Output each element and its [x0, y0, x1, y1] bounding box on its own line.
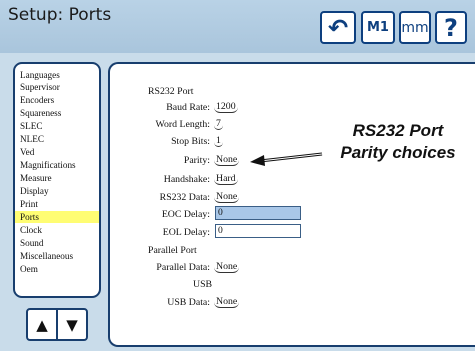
sidebar-item-sound[interactable]: Sound	[15, 237, 99, 249]
usb-heading: USB	[193, 279, 213, 290]
title-bar: Setup: Ports ↶ M1 mm ?	[0, 0, 475, 53]
sidebar-item-ports[interactable]: Ports	[15, 211, 99, 223]
callout-line-2: Parity choices	[340, 143, 456, 162]
baud-rate-label: Baud Rate:	[166, 102, 210, 113]
sidebar-item-measure[interactable]: Measure	[15, 172, 99, 184]
parity-selector[interactable]: None	[214, 154, 240, 166]
eoc-delay-label: EOC Delay:	[161, 209, 210, 220]
m1-button[interactable]: M1	[361, 11, 395, 44]
sidebar-item-squareness[interactable]: Squareness	[15, 107, 99, 119]
undo-button[interactable]: ↶	[320, 11, 356, 44]
word-length-selector[interactable]: 7	[214, 118, 223, 130]
parallel-heading: Parallel Port	[148, 245, 197, 256]
eoc-delay-input[interactable]: 0	[215, 206, 301, 220]
word-length-label: Word Length:	[155, 119, 210, 130]
rs232-data-label: RS232 Data:	[159, 192, 210, 203]
stop-bits-selector[interactable]: 1	[214, 135, 223, 147]
settings-panel: RS232 Port Baud Rate: 1200 Word Length: …	[108, 62, 475, 347]
up-arrow-icon: ▲	[36, 315, 48, 334]
undo-icon: ↶	[327, 13, 349, 42]
sidebar-item-languages[interactable]: Languages	[15, 69, 99, 81]
usb-data-label: USB Data:	[167, 297, 210, 308]
sidebar-item-nlec[interactable]: NLEC	[15, 133, 99, 145]
sidebar-item-oem[interactable]: Oem	[15, 263, 99, 275]
scroll-buttons: ▲ ▼	[26, 308, 88, 341]
page-title: Setup: Ports	[8, 5, 112, 25]
sidebar-item-clock[interactable]: Clock	[15, 224, 99, 236]
sidebar-item-slec[interactable]: SLEC	[15, 120, 99, 132]
callout-arrowhead	[250, 155, 265, 166]
parallel-data-label: Parallel Data:	[156, 262, 210, 273]
baud-rate-selector[interactable]: 1200	[214, 101, 238, 113]
scroll-down-button[interactable]: ▼	[56, 310, 86, 339]
scroll-up-button[interactable]: ▲	[28, 310, 56, 339]
sidebar-item-display[interactable]: Display	[15, 185, 99, 197]
units-button[interactable]: mm	[399, 11, 431, 44]
eol-delay-label: EOL Delay:	[162, 227, 210, 238]
sidebar-item-supervisor[interactable]: Supervisor	[15, 81, 99, 93]
handshake-selector[interactable]: Hard	[214, 173, 238, 185]
screen: Setup: Ports ↶ M1 mm ? Languages Supervi…	[0, 0, 475, 351]
parallel-data-selector[interactable]: None	[214, 261, 240, 273]
down-arrow-icon: ▼	[66, 315, 78, 334]
setup-menu: Languages Supervisor Encoders Squareness…	[13, 62, 101, 298]
sidebar-item-magnifications[interactable]: Magnifications	[15, 159, 99, 171]
handshake-label: Handshake:	[163, 174, 210, 185]
sidebar-item-print[interactable]: Print	[15, 198, 99, 210]
sidebar-item-encoders[interactable]: Encoders	[15, 94, 99, 106]
eol-delay-input[interactable]: 0	[215, 224, 301, 238]
help-icon: ?	[444, 13, 458, 42]
sidebar-item-miscellaneous[interactable]: Miscellaneous	[15, 250, 99, 262]
stop-bits-label: Stop Bits:	[171, 136, 210, 147]
callout-line-1: RS232 Port	[352, 121, 444, 140]
rs232-heading: RS232 Port	[148, 86, 194, 97]
sidebar-item-ved[interactable]: Ved	[15, 146, 99, 158]
usb-data-selector[interactable]: None	[214, 296, 240, 308]
help-button[interactable]: ?	[435, 11, 467, 44]
rs232-data-selector[interactable]: None	[214, 191, 240, 203]
callout-text: RS232 Port Parity choices	[328, 120, 468, 164]
parity-label: Parity:	[183, 155, 210, 166]
